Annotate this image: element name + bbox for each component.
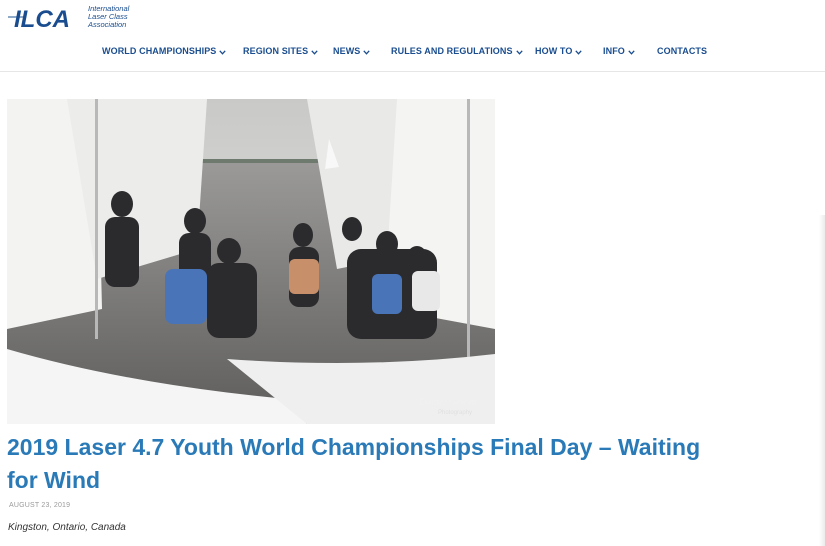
nav-item-world-championships[interactable]: WORLD CHAMPIONSHIPS bbox=[102, 44, 227, 59]
nav-label: CONTACTS bbox=[657, 46, 708, 56]
ilca-logo[interactable]: ILCA International Laser Class Associati… bbox=[8, 2, 148, 30]
chevron-down-icon bbox=[628, 45, 635, 59]
article-date: AUGUST 23, 2019 bbox=[9, 502, 71, 509]
nav-label: INFO bbox=[603, 46, 625, 56]
logo-subtitle-line-3: Association bbox=[87, 20, 126, 29]
photo-watermark: Daniel Geleyn bbox=[418, 397, 477, 408]
nav-item-news[interactable]: NEWS bbox=[333, 44, 371, 59]
photo-watermark-subtitle: Photography bbox=[438, 410, 472, 416]
article-hero-image[interactable]: Daniel Geleyn Photography bbox=[7, 99, 495, 424]
nav-item-how-to[interactable]: HOW TO bbox=[535, 44, 583, 59]
nav-label: HOW TO bbox=[535, 46, 573, 56]
article-title[interactable]: 2019 Laser 4.7 Youth World Championships… bbox=[7, 431, 737, 497]
nav-label: REGION SITES bbox=[243, 46, 309, 56]
nav-label: NEWS bbox=[333, 46, 361, 56]
nav-item-contacts[interactable]: CONTACTS bbox=[657, 44, 707, 58]
chevron-down-icon bbox=[311, 45, 318, 59]
article-location: Kingston, Ontario, Canada bbox=[8, 522, 126, 533]
nav-item-info[interactable]: INFO bbox=[603, 44, 635, 59]
page-edge-shadow bbox=[819, 215, 825, 546]
chevron-down-icon bbox=[575, 45, 583, 59]
chevron-down-icon bbox=[515, 45, 523, 59]
nav-label: RULES AND REGULATIONS bbox=[391, 46, 513, 56]
nav-item-region-sites[interactable]: REGION SITES bbox=[243, 44, 318, 59]
logo-wordmark: ILCA bbox=[14, 6, 70, 30]
nav-item-rules-and-regulations[interactable]: RULES AND REGULATIONS bbox=[391, 44, 523, 59]
nav-label: WORLD CHAMPIONSHIPS bbox=[102, 46, 217, 56]
chevron-down-icon bbox=[219, 45, 227, 59]
main-navigation: WORLD CHAMPIONSHIPS REGION SITES NEWS RU… bbox=[0, 44, 825, 60]
chevron-down-icon bbox=[363, 45, 371, 59]
site-header: ILCA International Laser Class Associati… bbox=[0, 0, 825, 72]
